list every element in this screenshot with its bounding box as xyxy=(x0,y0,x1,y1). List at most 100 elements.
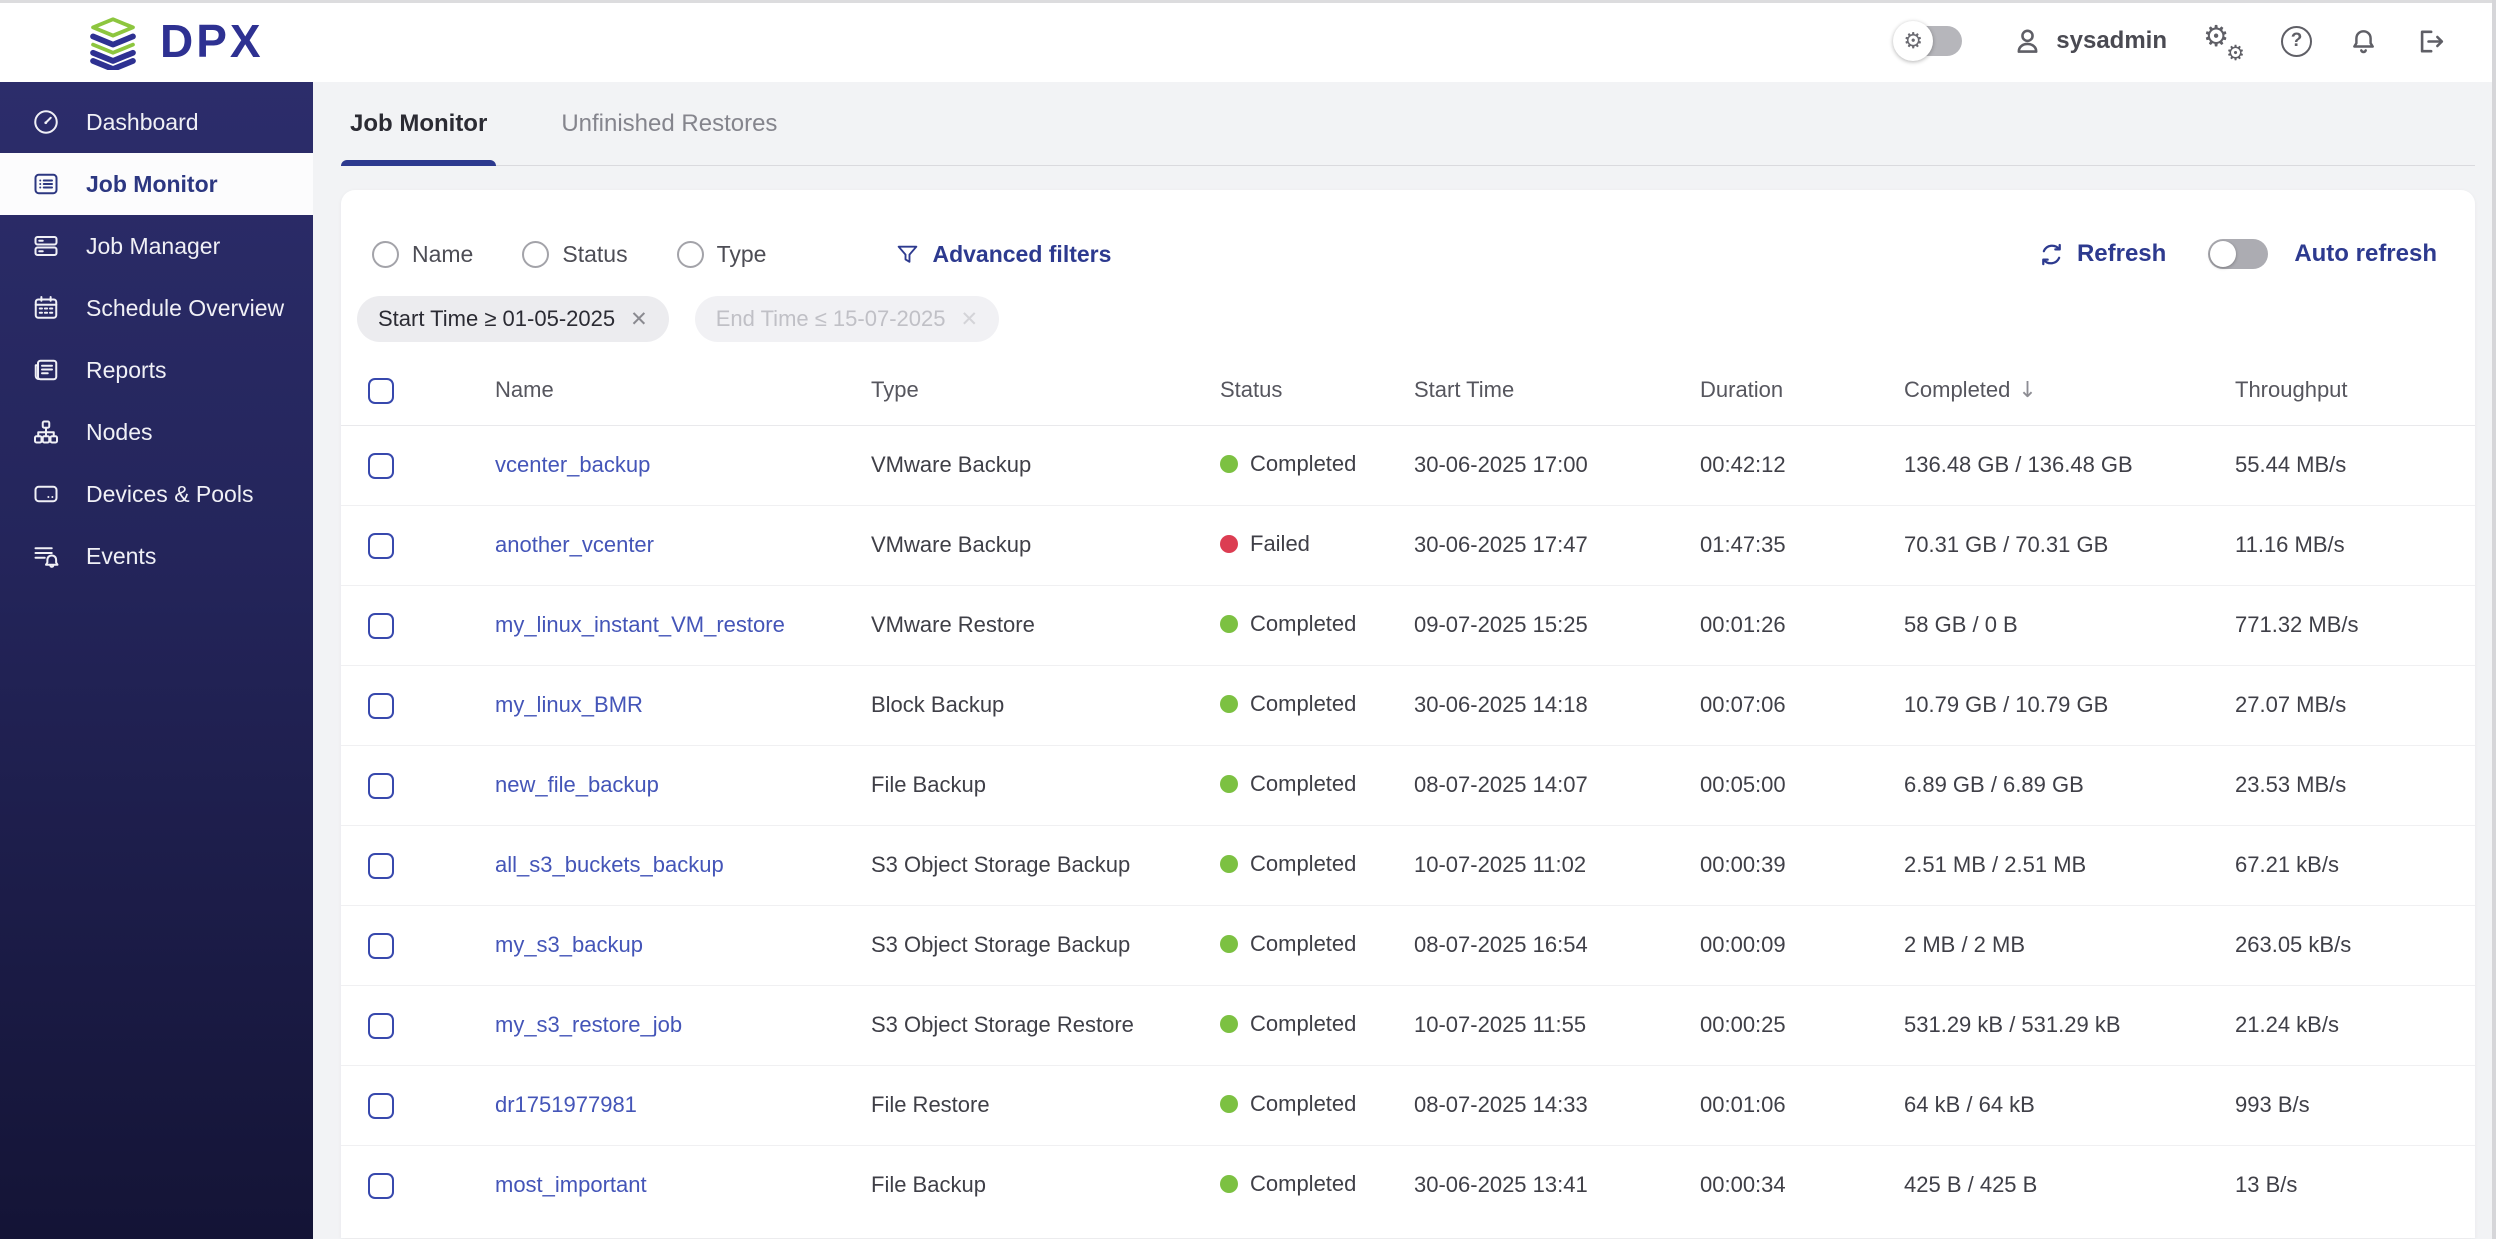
job-monitor-list-icon xyxy=(34,173,58,195)
scrollbar-track[interactable] xyxy=(2492,0,2496,1239)
column-header-duration[interactable]: Duration xyxy=(1700,356,1904,426)
sidebar-item-label: Job Monitor xyxy=(86,170,218,197)
status-badge: Failed xyxy=(1220,531,1310,557)
job-name-link[interactable]: my_s3_backup xyxy=(495,932,643,957)
logout-icon[interactable] xyxy=(2415,26,2446,57)
row-checkbox[interactable] xyxy=(368,452,394,479)
filter-radio-status[interactable]: Status xyxy=(522,240,628,268)
job-name-link[interactable]: dr1751977981 xyxy=(495,1092,637,1117)
job-duration: 00:00:09 xyxy=(1700,905,1904,986)
row-checkbox[interactable] xyxy=(368,612,394,639)
filter-radio-name[interactable]: Name xyxy=(372,240,473,268)
theme-gear-icon: ⚙ xyxy=(1893,21,1934,61)
job-duration: 00:05:00 xyxy=(1700,745,1904,826)
select-all-checkbox[interactable] xyxy=(368,377,394,404)
row-checkbox[interactable] xyxy=(368,532,394,559)
chip-close-icon[interactable]: ✕ xyxy=(630,307,648,332)
status-text: Completed xyxy=(1250,451,1357,476)
settings-gears-icon[interactable]: ⚙ ⚙ xyxy=(2203,19,2245,65)
dpx-logo: DPX xyxy=(84,12,264,70)
row-checkbox[interactable] xyxy=(368,932,394,959)
row-checkbox[interactable] xyxy=(368,1012,394,1039)
job-duration: 01:47:35 xyxy=(1700,505,1904,586)
refresh-button[interactable]: Refresh xyxy=(2038,240,2166,268)
sidebar-item-events[interactable]: Events xyxy=(0,525,313,587)
sidebar-item-devices-pools[interactable]: Devices & Pools xyxy=(0,463,313,525)
column-header-name[interactable]: Name xyxy=(495,356,871,426)
status-dot-icon xyxy=(1220,455,1238,473)
job-manager-rows-icon xyxy=(34,236,58,256)
job-table-body: vcenter_backup VMware Backup Completed 3… xyxy=(341,425,2475,1225)
job-name-link[interactable]: another_vcenter xyxy=(495,532,654,557)
sidebar-item-nodes[interactable]: Nodes xyxy=(0,401,313,463)
job-name-link[interactable]: my_linux_instant_VM_restore xyxy=(495,612,785,637)
job-duration: 00:00:39 xyxy=(1700,825,1904,906)
column-header-status[interactable]: Status xyxy=(1220,356,1414,426)
auto-refresh-toggle[interactable] xyxy=(2208,239,2269,269)
advanced-filters-button[interactable]: Advanced filters xyxy=(895,241,1111,268)
status-badge: Completed xyxy=(1220,931,1356,957)
row-checkbox[interactable] xyxy=(368,852,394,879)
job-completed: 64 kB / 64 kB xyxy=(1904,1065,2235,1146)
tab-unfinished-restores[interactable]: Unfinished Restores xyxy=(552,82,786,165)
job-name-link[interactable]: all_s3_buckets_backup xyxy=(495,852,724,877)
table-row: my_linux_instant_VM_restore VMware Resto… xyxy=(341,585,2475,666)
status-badge: Completed xyxy=(1220,691,1356,717)
sidebar-item-label: Dashboard xyxy=(86,108,199,135)
column-header-throughput[interactable]: Throughput xyxy=(2235,356,2475,426)
table-row: another_vcenter VMware Backup Failed 30-… xyxy=(341,505,2475,586)
tab-job-monitor[interactable]: Job Monitor xyxy=(341,82,497,166)
column-header-type[interactable]: Type xyxy=(871,356,1220,426)
job-completed: 531.29 kB / 531.29 kB xyxy=(1904,985,2235,1066)
events-list-bell-icon xyxy=(34,547,59,568)
radio-circle[interactable] xyxy=(522,240,550,268)
jobs-table: Name Type Status Start Time Duration Com… xyxy=(341,356,2475,1225)
job-throughput: 11.16 MB/s xyxy=(2235,505,2475,586)
sidebar-item-job-manager[interactable]: Job Manager xyxy=(0,215,313,277)
sidebar-item-job-monitor[interactable]: Job Monitor xyxy=(0,153,313,215)
sidebar-item-label: Nodes xyxy=(86,418,153,445)
notifications-bell-icon[interactable] xyxy=(2348,26,2379,57)
theme-toggle[interactable]: ⚙ xyxy=(1893,21,1963,61)
sidebar-item-schedule-overview[interactable]: Schedule Overview xyxy=(0,277,313,339)
job-name-link[interactable]: my_s3_restore_job xyxy=(495,1012,682,1037)
status-badge: Completed xyxy=(1220,611,1356,637)
window-top-edge xyxy=(0,0,2496,3)
sidebar-item-label: Job Manager xyxy=(86,232,221,259)
user-menu[interactable]: sysadmin xyxy=(2012,26,2167,57)
status-badge: Completed xyxy=(1220,1011,1356,1037)
row-checkbox[interactable] xyxy=(368,1092,394,1119)
sidebar-item-reports[interactable]: Reports xyxy=(0,339,313,401)
table-row: most_important File Backup Completed 30-… xyxy=(341,1145,2475,1225)
nodes-hierarchy-icon xyxy=(34,420,59,444)
sidebar-item-label: Schedule Overview xyxy=(86,294,285,321)
help-icon[interactable]: ? xyxy=(2281,25,2312,57)
job-type: S3 Object Storage Backup xyxy=(871,825,1220,906)
row-checkbox[interactable] xyxy=(368,692,394,719)
job-name-link[interactable]: my_linux_BMR xyxy=(495,692,643,717)
job-name-link[interactable]: vcenter_backup xyxy=(495,452,650,477)
row-checkbox[interactable] xyxy=(368,1172,394,1199)
column-header-start-time[interactable]: Start Time xyxy=(1414,356,1700,426)
job-type: S3 Object Storage Backup xyxy=(871,905,1220,986)
job-completed: 2.51 MB / 2.51 MB xyxy=(1904,825,2235,906)
radio-circle[interactable] xyxy=(372,240,399,268)
row-checkbox[interactable] xyxy=(368,772,394,799)
job-duration: 00:01:06 xyxy=(1700,1065,1904,1146)
job-name-link[interactable]: most_important xyxy=(495,1172,647,1197)
filter-radio-type[interactable]: Type xyxy=(676,240,766,268)
job-duration: 00:07:06 xyxy=(1700,665,1904,746)
tab-bar: Job Monitor Unfinished Restores xyxy=(341,82,2475,166)
chip-close-icon[interactable]: ✕ xyxy=(960,307,978,332)
radio-circle[interactable] xyxy=(676,240,704,268)
status-badge: Completed xyxy=(1220,1091,1356,1117)
status-dot-icon xyxy=(1220,535,1238,553)
sidebar-item-dashboard[interactable]: Dashboard xyxy=(0,91,313,153)
job-completed: 10.79 GB / 10.79 GB xyxy=(1904,665,2235,746)
sidebar-item-label: Reports xyxy=(86,356,167,383)
job-type: VMware Restore xyxy=(871,585,1220,666)
column-header-completed[interactable]: Completed ↓ xyxy=(1904,356,2235,426)
refresh-icon xyxy=(2042,243,2061,265)
job-name-link[interactable]: new_file_backup xyxy=(495,772,659,797)
job-duration: 00:42:12 xyxy=(1700,425,1904,506)
